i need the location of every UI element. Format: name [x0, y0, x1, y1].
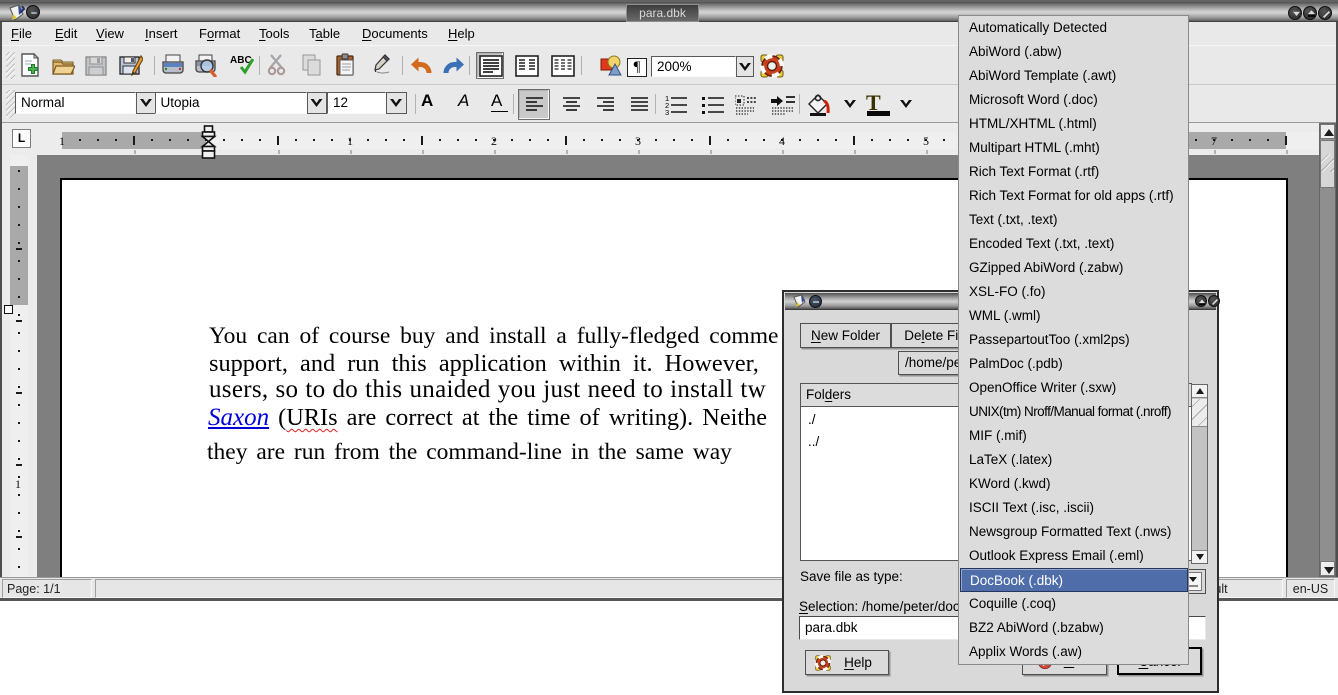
svg-text:3: 3 [665, 108, 669, 116]
